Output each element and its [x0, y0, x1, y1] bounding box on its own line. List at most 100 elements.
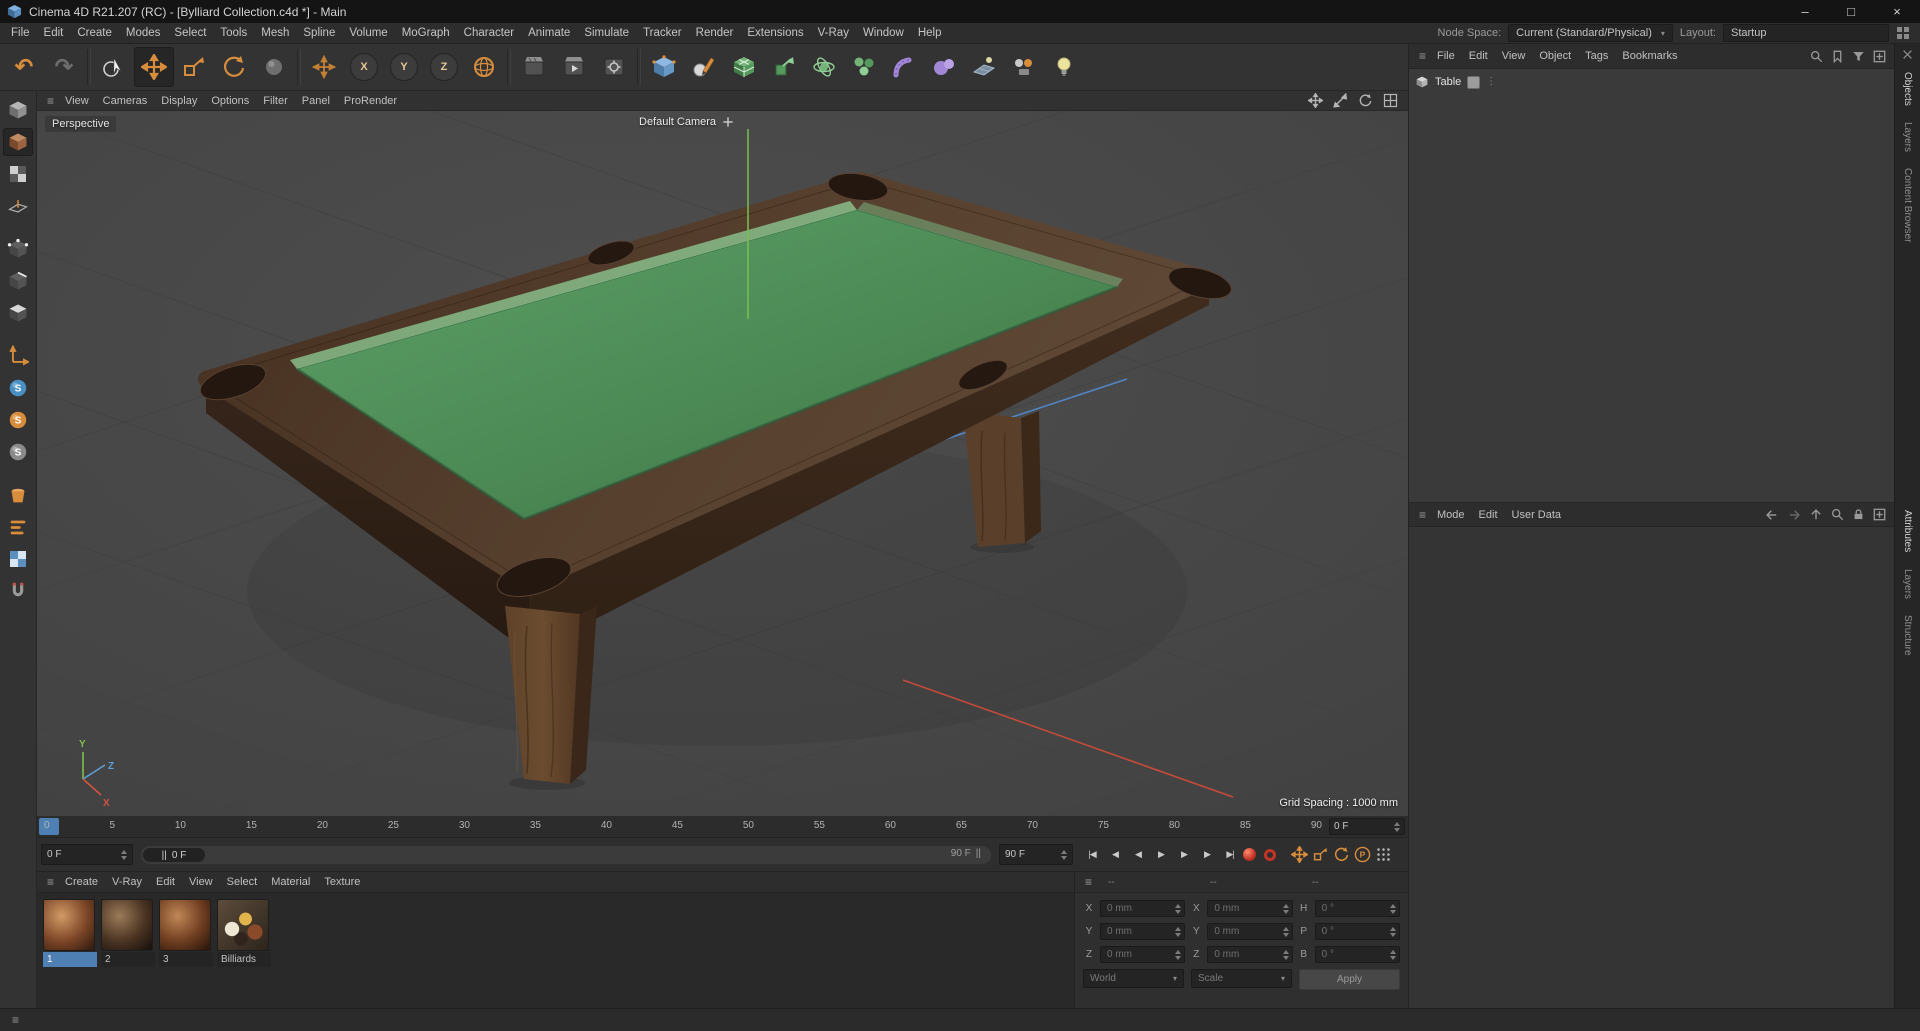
menu-volume[interactable]: Volume — [342, 27, 394, 39]
tab-structure[interactable]: Structure — [1902, 607, 1913, 664]
rotate-view-icon[interactable] — [1358, 93, 1373, 108]
menu-create[interactable]: Create — [70, 27, 119, 39]
tab-objects[interactable]: Objects — [1902, 64, 1913, 114]
bookmark-icon[interactable] — [1831, 50, 1844, 63]
menu-tools[interactable]: Tools — [213, 27, 254, 39]
tab-content-browser[interactable]: Content Browser — [1902, 160, 1913, 250]
material-thumbnail[interactable] — [159, 899, 211, 951]
material-thumbnail[interactable] — [101, 899, 153, 951]
hamburger-icon[interactable]: ≡ — [1415, 49, 1430, 63]
attribute-manager-body[interactable] — [1409, 527, 1894, 1009]
menu-mesh[interactable]: Mesh — [254, 27, 296, 39]
pos-y-field[interactable]: 0 mm — [1100, 923, 1186, 940]
vp-menu-view[interactable]: View — [58, 95, 96, 107]
workplane-mode-icon[interactable] — [3, 192, 33, 220]
rotate-tool-icon[interactable] — [214, 47, 254, 87]
scale-tool-icon[interactable] — [174, 47, 214, 87]
key-position-icon[interactable] — [1291, 846, 1308, 863]
pan-view-icon[interactable] — [1308, 93, 1323, 108]
camera-label-group[interactable]: Default Camera — [639, 116, 734, 128]
generator-icon[interactable] — [764, 47, 804, 87]
spinner[interactable] — [1394, 821, 1400, 832]
mat-menu-texture[interactable]: Texture — [317, 876, 367, 888]
menu-character[interactable]: Character — [457, 27, 522, 39]
rot-h-field[interactable]: 0 ° — [1314, 900, 1400, 917]
goto-end-button[interactable]: ▶| — [1219, 843, 1241, 866]
tab-attributes[interactable]: Attributes — [1902, 502, 1913, 560]
next-frame-button[interactable]: ▶ — [1173, 843, 1195, 866]
size-y-field[interactable]: 0 mm — [1207, 923, 1293, 940]
forward-arrow-icon[interactable] — [1787, 508, 1801, 522]
toggle-views-icon[interactable] — [1383, 93, 1398, 108]
current-frame-field[interactable]: 0 F — [41, 844, 133, 865]
viewport-canvas[interactable]: Y Z X — [37, 111, 1408, 816]
mat-menu-select[interactable]: Select — [220, 876, 265, 888]
back-arrow-icon[interactable] — [1765, 508, 1779, 522]
ruler-frame-field[interactable]: 0 F — [1329, 818, 1405, 835]
maximize-button[interactable]: □ — [1828, 0, 1874, 23]
solo-single-icon[interactable]: S — [3, 406, 33, 434]
bend-deformer-icon[interactable] — [884, 47, 924, 87]
viewport-filter-icon[interactable] — [3, 481, 33, 509]
record-keyframe-icon[interactable] — [1243, 848, 1256, 861]
edges-mode-icon[interactable] — [3, 267, 33, 295]
new-panel-icon[interactable] — [1873, 50, 1886, 63]
menu-vray[interactable]: V-Ray — [811, 27, 856, 39]
texture-mode-icon[interactable] — [3, 160, 33, 188]
layout-grid-icon[interactable] — [1896, 26, 1910, 40]
material-item[interactable]: Billiards — [217, 899, 271, 967]
hamburger-icon[interactable]: ≡ — [43, 94, 58, 108]
pos-z-field[interactable]: 0 mm — [1100, 946, 1186, 963]
subdivision-surface-icon[interactable] — [724, 47, 764, 87]
size-x-field[interactable]: 0 mm — [1207, 900, 1293, 917]
mat-menu-vray[interactable]: V-Ray — [105, 876, 149, 888]
stage-icon[interactable] — [1004, 47, 1044, 87]
end-frame-field[interactable]: 90 F — [999, 844, 1073, 865]
menu-window[interactable]: Window — [856, 27, 911, 39]
prev-key-button[interactable]: ◀ — [1104, 843, 1126, 866]
key-rotation-icon[interactable] — [1333, 846, 1350, 863]
search-icon[interactable] — [1810, 50, 1823, 63]
node-space-select[interactable]: Current (Standard/Physical) ▾ — [1508, 24, 1673, 42]
material-thumbnail[interactable] — [217, 899, 269, 951]
am-menu-mode[interactable]: Mode — [1430, 509, 1472, 521]
search-icon[interactable] — [1831, 508, 1844, 521]
polygons-mode-icon[interactable] — [3, 299, 33, 327]
mat-menu-view[interactable]: View — [182, 876, 220, 888]
camera-label[interactable]: Default Camera — [639, 116, 716, 128]
om-menu-view[interactable]: View — [1495, 50, 1533, 62]
timeline-slider-handle[interactable]: || 0 F — [143, 848, 205, 862]
render-picture-viewer-icon[interactable] — [554, 47, 594, 87]
spinner[interactable] — [121, 849, 127, 860]
coordinate-system-icon[interactable] — [464, 47, 504, 87]
floor-icon[interactable] — [964, 47, 1004, 87]
next-key-button[interactable]: ▶ — [1196, 843, 1218, 866]
live-selection-icon[interactable] — [94, 47, 134, 87]
menu-animate[interactable]: Animate — [521, 27, 577, 39]
quantize-icon[interactable] — [3, 577, 33, 605]
points-mode-icon[interactable] — [3, 235, 33, 263]
menu-modes[interactable]: Modes — [119, 27, 168, 39]
key-scale-icon[interactable] — [1312, 846, 1329, 863]
vp-menu-filter[interactable]: Filter — [256, 95, 294, 107]
vp-menu-options[interactable]: Options — [204, 95, 256, 107]
om-menu-edit[interactable]: Edit — [1462, 50, 1495, 62]
new-panel-icon[interactable] — [1873, 508, 1886, 521]
coord-space-select[interactable]: World ▾ — [1083, 969, 1184, 988]
mat-menu-edit[interactable]: Edit — [149, 876, 182, 888]
lock-x-axis-icon[interactable]: X — [344, 47, 384, 87]
hamburger-icon[interactable]: ≡ — [43, 875, 58, 889]
coord-mode-select[interactable]: Scale ▾ — [1191, 969, 1292, 988]
material-item[interactable]: 1 — [43, 899, 97, 967]
object-name[interactable]: Table — [1435, 76, 1461, 88]
object-manager-body[interactable]: Table ⋮ — [1409, 69, 1894, 503]
am-menu-userdata[interactable]: User Data — [1505, 509, 1569, 521]
texture-tag-icon[interactable] — [1467, 75, 1481, 89]
menu-extensions[interactable]: Extensions — [740, 27, 810, 39]
edit-render-settings-icon[interactable] — [594, 47, 634, 87]
om-menu-tags[interactable]: Tags — [1578, 50, 1615, 62]
spline-pen-icon[interactable] — [684, 47, 724, 87]
menu-render[interactable]: Render — [689, 27, 741, 39]
minimize-button[interactable]: – — [1782, 0, 1828, 23]
tab-layers-2[interactable]: Layers — [1902, 561, 1913, 607]
